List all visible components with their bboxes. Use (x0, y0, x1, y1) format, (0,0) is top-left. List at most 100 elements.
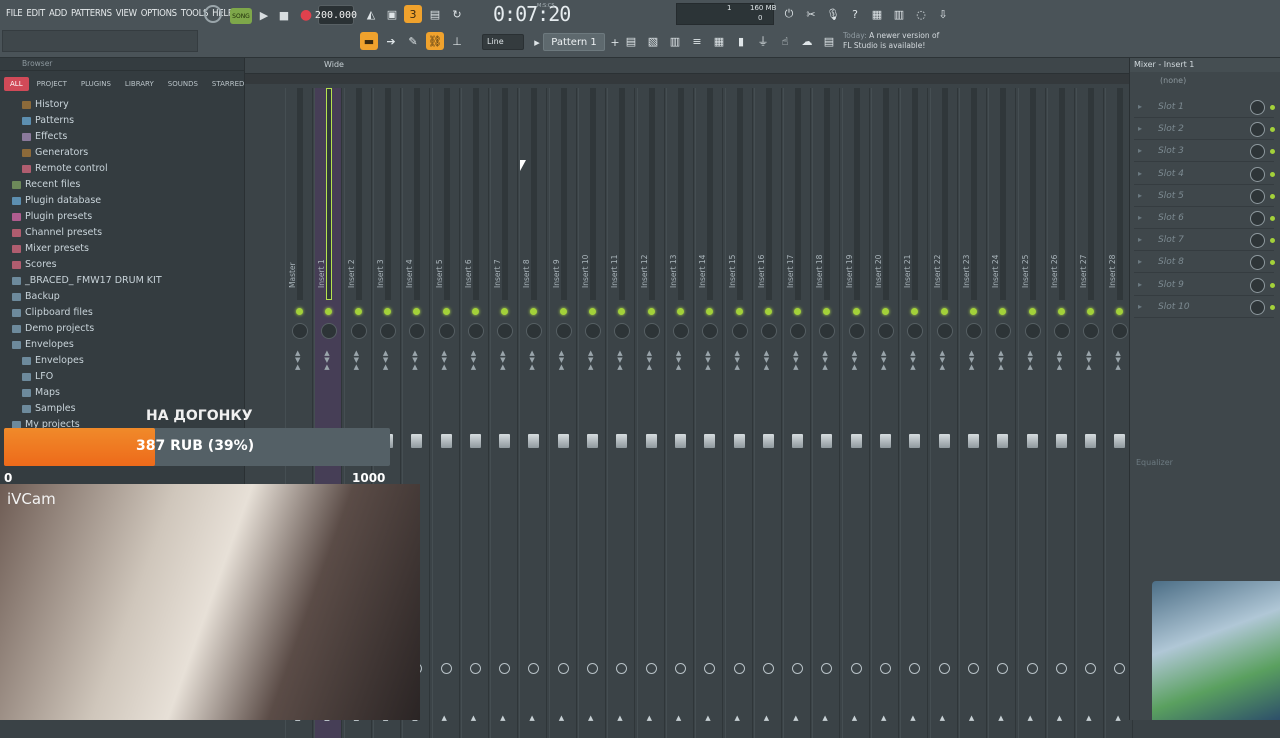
pattern-selector[interactable]: Pattern 1 (543, 33, 605, 51)
microphone-icon[interactable]: 🎙 (824, 5, 842, 23)
mixer-strip[interactable]: Insert 18 ▲ ▼ ▲ ▲ (812, 88, 841, 738)
route-triangle-icon[interactable]: ▲ (822, 714, 827, 722)
volume-fader[interactable] (587, 434, 598, 448)
route-triangle-icon[interactable]: ▲ (559, 714, 564, 722)
volume-fader[interactable] (909, 434, 921, 448)
route-arrows-icon[interactable]: ▲ ▼ ▲ (588, 350, 593, 371)
enable-led-icon[interactable] (764, 308, 772, 315)
browser-item[interactable]: Mixer presets (0, 241, 244, 257)
effect-slot[interactable]: ▸ Slot 9 (1134, 276, 1275, 296)
send-knob[interactable] (616, 663, 628, 674)
enable-led-icon[interactable] (325, 308, 333, 315)
route-arrows-icon[interactable]: ▲ ▼ ▲ (998, 350, 1003, 371)
route-arrows-icon[interactable]: ▲ ▼ ▲ (647, 350, 652, 371)
stop-icon[interactable]: ■ (276, 5, 292, 25)
pan-knob[interactable] (467, 323, 484, 339)
stamp-icon[interactable]: ⊥ (448, 32, 466, 50)
route-arrows-icon[interactable]: ▲ ▼ ▲ (969, 350, 974, 371)
enable-led-icon[interactable] (530, 308, 538, 315)
slot-enable-led-icon[interactable] (1270, 238, 1275, 244)
pan-knob[interactable] (995, 323, 1012, 339)
cloud-icon[interactable]: ☁ (798, 32, 816, 50)
slot-enable-led-icon[interactable] (1270, 193, 1275, 199)
pan-knob[interactable] (497, 323, 514, 339)
route-arrows-icon[interactable]: ▲ ▼ ▲ (354, 350, 359, 371)
browser-item[interactable]: Plugin presets (0, 209, 244, 225)
play-icon[interactable]: ▶ (254, 5, 274, 25)
mixer-strip[interactable]: Insert 8 ▲ ▼ ▲ ▲ (519, 88, 548, 738)
browser-item[interactable]: Recent files (0, 177, 244, 193)
news-panel[interactable]: Today: A newer version of FL Studio is a… (843, 31, 943, 51)
pan-knob[interactable] (760, 323, 777, 339)
effect-slot[interactable]: ▸ Slot 10 (1134, 298, 1275, 318)
menu-view[interactable]: VIEW (114, 6, 139, 22)
tab-project[interactable]: PROJECT (31, 77, 73, 91)
send-knob[interactable] (967, 663, 979, 674)
route-arrows-icon[interactable]: ▲ ▼ ▲ (500, 350, 505, 371)
mixer-strip[interactable]: Insert 9 ▲ ▼ ▲ ▲ (548, 88, 577, 738)
volume-fader[interactable] (616, 434, 628, 448)
enable-led-icon[interactable] (354, 308, 362, 315)
enable-led-icon[interactable] (589, 308, 596, 315)
volume-fader[interactable] (557, 434, 569, 448)
pan-knob[interactable] (555, 323, 572, 339)
song-mode-button[interactable]: SONG (230, 8, 252, 24)
slot-mix-knob[interactable] (1250, 100, 1265, 115)
volume-fader[interactable] (1114, 434, 1126, 448)
mixer-strip[interactable]: Insert 5 ▲ ▼ ▲ ▲ (431, 88, 460, 738)
pan-knob[interactable] (1053, 323, 1070, 339)
route-arrows-icon[interactable]: ▲ ▼ ▲ (940, 350, 945, 371)
enable-led-icon[interactable] (413, 308, 421, 315)
save-icon[interactable]: ▦ (868, 5, 886, 23)
browser-item[interactable]: Scores (0, 257, 244, 273)
tempo-display[interactable]: 200.000 (315, 5, 357, 25)
mixer-strip[interactable]: Insert 25 ▲ ▼ ▲ ▲ (1017, 88, 1046, 738)
enable-led-icon[interactable] (969, 308, 977, 315)
send-knob[interactable] (880, 663, 891, 674)
download-icon[interactable]: ⇩ (934, 5, 952, 23)
mixer-strip[interactable]: Insert 17 ▲ ▼ ▲ ▲ (783, 88, 812, 738)
volume-fader[interactable] (1085, 434, 1097, 448)
send-knob[interactable] (674, 663, 686, 674)
insert-preset[interactable]: (none) (1130, 72, 1280, 90)
volume-fader[interactable] (674, 434, 686, 448)
volume-fader[interactable] (792, 434, 804, 448)
record-icon[interactable]: ● (296, 5, 316, 25)
slot-mix-knob[interactable] (1250, 188, 1265, 204)
pan-knob[interactable] (848, 323, 865, 339)
effect-slot[interactable]: ▸ Slot 7 (1134, 231, 1275, 252)
mixer-strip[interactable]: Insert 7 ▲ ▼ ▲ ▲ (490, 88, 519, 738)
route-arrows-icon[interactable]: ▲ ▼ ▲ (1057, 350, 1062, 371)
chat-icon[interactable]: ◌ (912, 5, 930, 23)
mixer-strip[interactable]: Insert 20 ▲ ▼ ▲ ▲ (871, 88, 899, 738)
send-knob[interactable] (645, 663, 657, 674)
enable-led-icon[interactable] (940, 308, 948, 315)
enable-led-icon[interactable] (1057, 308, 1065, 315)
pan-knob[interactable] (585, 323, 601, 339)
step-edit-icon[interactable]: ▤ (426, 5, 444, 23)
enable-led-icon[interactable] (852, 308, 860, 315)
enable-led-icon[interactable] (735, 308, 743, 315)
mixer-strip[interactable]: Insert 26 ▲ ▼ ▲ ▲ (1046, 88, 1075, 738)
pan-knob[interactable] (350, 323, 367, 339)
pan-knob[interactable] (731, 323, 748, 339)
volume-fader[interactable] (645, 434, 657, 448)
grid-icon[interactable]: ▦ (710, 32, 728, 50)
mixer-strip[interactable]: Insert 23 ▲ ▼ ▲ ▲ (958, 88, 987, 738)
route-arrows-icon[interactable]: ▲ ▼ ▲ (676, 350, 681, 371)
mixer-strip[interactable]: Insert 21 ▲ ▼ ▲ ▲ (900, 88, 929, 738)
volume-fader[interactable] (821, 434, 833, 448)
route-arrows-icon[interactable]: ▲ ▼ ▲ (1086, 350, 1091, 371)
piano-roll-icon[interactable]: ▬ (360, 32, 378, 50)
pan-knob[interactable] (878, 323, 894, 339)
enable-led-icon[interactable] (559, 308, 567, 315)
mixer-strip[interactable]: Insert 15 ▲ ▼ ▲ ▲ (724, 88, 753, 738)
browser-item[interactable]: Envelopes (0, 337, 244, 353)
enable-led-icon[interactable] (383, 308, 391, 315)
mixer-strip[interactable]: Insert 22 ▲ ▼ ▲ ▲ (929, 88, 958, 738)
enable-led-icon[interactable] (296, 308, 303, 315)
route-triangle-icon[interactable]: ▲ (1057, 714, 1062, 722)
route-arrows-icon[interactable]: ▲ ▼ ▲ (559, 350, 564, 371)
link-icon[interactable]: ⛓ (426, 32, 444, 50)
volume-fader[interactable] (528, 434, 540, 448)
